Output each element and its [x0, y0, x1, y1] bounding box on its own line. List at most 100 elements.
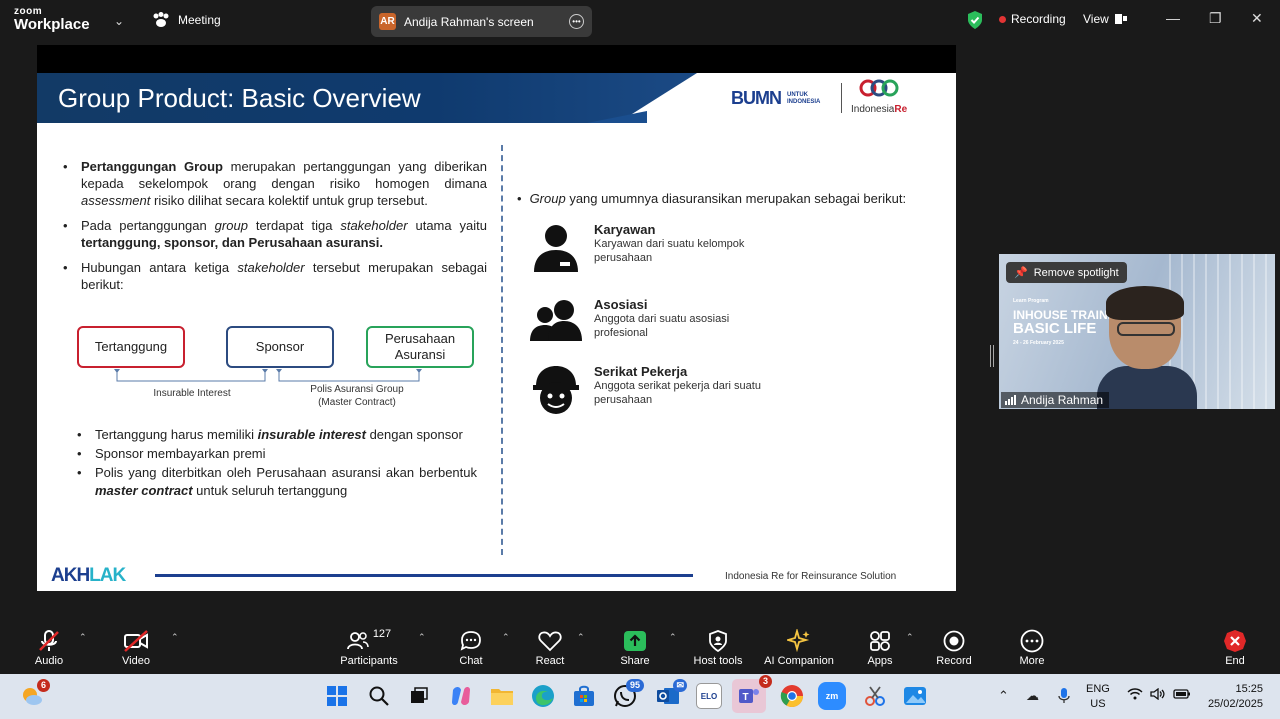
box-line: Perusahaan: [384, 331, 456, 346]
input-language-indicator[interactable]: ENG US: [1086, 682, 1110, 712]
meeting-menu[interactable]: Meeting: [152, 12, 221, 28]
microphone-status[interactable]: [1058, 688, 1070, 707]
audio-label: Audio: [34, 655, 64, 667]
folder-icon: [491, 689, 513, 705]
wifi-icon: [1127, 688, 1143, 700]
chrome-app[interactable]: [779, 683, 805, 709]
chevron-up-icon: ⌃: [79, 632, 87, 642]
recording-indicator[interactable]: Recording: [999, 12, 1066, 26]
more-label: More: [1019, 655, 1045, 667]
zoom-app[interactable]: zm: [818, 682, 846, 710]
share-button[interactable]: Share: [617, 628, 653, 667]
start-button[interactable]: [324, 683, 350, 709]
audio-button[interactable]: Audio: [30, 628, 68, 667]
category-serikat-pekerja: Serikat Pekerja Anggota serikat pekerja …: [530, 364, 764, 416]
weather-widget[interactable]: 6: [18, 679, 50, 709]
heart-icon: [538, 631, 562, 652]
photos-app[interactable]: [902, 683, 928, 709]
react-button[interactable]: React: [532, 628, 568, 667]
resize-handle[interactable]: [990, 345, 994, 367]
meeting-toolbar: Audio ⌃ Video ⌃ 127 Participants ⌃ Chat …: [0, 620, 1280, 674]
chat-button[interactable]: Chat: [455, 628, 487, 667]
teams-app[interactable]: T 3: [732, 675, 772, 713]
snipping-tool-app[interactable]: [862, 683, 888, 709]
zoom-icon: zm: [825, 691, 839, 701]
chevron-up-icon: ⌃: [906, 632, 914, 642]
shield-check-icon[interactable]: [966, 10, 984, 30]
view-layout-icon: [1114, 14, 1127, 24]
remove-spotlight-button[interactable]: 📌 Remove spotlight: [1006, 262, 1127, 283]
intro-italic-text: Group: [529, 191, 566, 206]
more-button[interactable]: More: [1014, 628, 1050, 667]
teams-badge: 3: [758, 675, 772, 688]
task-view-button[interactable]: [406, 683, 432, 709]
chat-icon: [460, 631, 481, 651]
minimize-button[interactable]: —: [1166, 10, 1180, 26]
store-app[interactable]: [571, 683, 597, 709]
edge-app[interactable]: [530, 683, 556, 709]
ai-companion-label: AI Companion: [764, 655, 834, 667]
participant-video-tile[interactable]: Learn Program INHOUSE TRAININ BASIC LIFE…: [999, 254, 1275, 409]
windows-icon: [327, 686, 347, 706]
zoom-workplace-logo: zoom Workplace: [14, 7, 90, 33]
video-button[interactable]: Video: [117, 628, 155, 667]
close-button[interactable]: ✕: [1251, 10, 1263, 27]
volume-status[interactable]: [1150, 687, 1166, 703]
whatsapp-app[interactable]: 95: [612, 679, 644, 709]
screen-share-pill[interactable]: AR Andija Rahman's screen •••: [371, 6, 592, 37]
lang-line-2: US: [1090, 698, 1106, 710]
record-icon: [943, 630, 965, 652]
file-explorer-app[interactable]: [489, 683, 515, 709]
perusahaan-asuransi-box: Perusahaan Asuransi: [366, 326, 474, 368]
category-desc: Anggota dari suatu asosiasi profesional: [594, 313, 730, 339]
view-label: View: [1083, 12, 1109, 26]
column-divider: [501, 145, 503, 555]
onedrive-status[interactable]: ☁: [1026, 688, 1039, 704]
chevron-down-icon[interactable]: ⌄: [114, 14, 124, 28]
show-hidden-icons[interactable]: ⌃: [998, 688, 1009, 704]
footer-line: [155, 574, 693, 577]
wifi-status[interactable]: [1127, 688, 1143, 703]
record-label: Record: [936, 655, 972, 667]
camera-off-icon: [124, 630, 148, 652]
battery-status[interactable]: [1173, 688, 1191, 703]
polis-label-line: Polis Asuransi Group: [310, 384, 404, 395]
recording-dot-icon: [999, 15, 1006, 23]
end-meeting-button[interactable]: End: [1220, 628, 1250, 667]
polis-label: Polis Asuransi Group (Master Contract): [292, 383, 422, 409]
person-hair: [1106, 286, 1184, 320]
copilot-app[interactable]: [448, 683, 474, 709]
list-item: Sponsor membayarkan premi: [77, 445, 477, 463]
bullet-text: Sponsor membayarkan premi: [95, 446, 266, 461]
akhlak-part-a: AKH: [51, 565, 90, 586]
group-intro: • Group yang umumnya diasuransikan merupa…: [517, 191, 907, 206]
system-clock[interactable]: 15:25 25/02/2025: [1196, 682, 1263, 712]
video-label: Video: [122, 655, 150, 667]
search-button[interactable]: [366, 683, 392, 709]
banner-line-2: BASIC LIFE: [1013, 320, 1097, 337]
restore-button[interactable]: ❐: [1209, 10, 1222, 27]
bullet-bold-italic-text: insurable interest: [257, 427, 366, 442]
microphone-icon: [1058, 688, 1070, 703]
list-item: Polis yang diterbitkan oleh Perusahaan a…: [77, 464, 477, 500]
host-shield-icon: [709, 630, 727, 652]
shared-slide: Group Product: Basic Overview BUMN UNTUK…: [37, 45, 956, 591]
relationship-arrows: [114, 369, 422, 382]
spotlight-label: Remove spotlight: [1033, 266, 1119, 279]
share-screen-icon: [624, 631, 646, 651]
person-body: [1097, 366, 1197, 409]
apps-button[interactable]: Apps: [864, 628, 896, 667]
more-options-icon[interactable]: •••: [569, 14, 584, 29]
ai-companion-button[interactable]: AI Companion: [760, 628, 838, 667]
polis-label-line: (Master Contract): [318, 397, 396, 408]
view-button[interactable]: View: [1083, 12, 1127, 26]
category-desc: Anggota serikat pekerja dari suatu perus…: [594, 380, 761, 406]
chevron-up-icon: ⌃: [502, 632, 510, 642]
end-icon: [1224, 630, 1246, 652]
elo-app[interactable]: ELO: [696, 683, 722, 709]
outlook-app[interactable]: ✉: [655, 679, 687, 709]
host-tools-button[interactable]: Host tools: [690, 628, 746, 667]
record-button[interactable]: Record: [933, 628, 975, 667]
recording-label: Recording: [1011, 12, 1066, 26]
participants-button[interactable]: 127 Participants: [337, 628, 401, 667]
